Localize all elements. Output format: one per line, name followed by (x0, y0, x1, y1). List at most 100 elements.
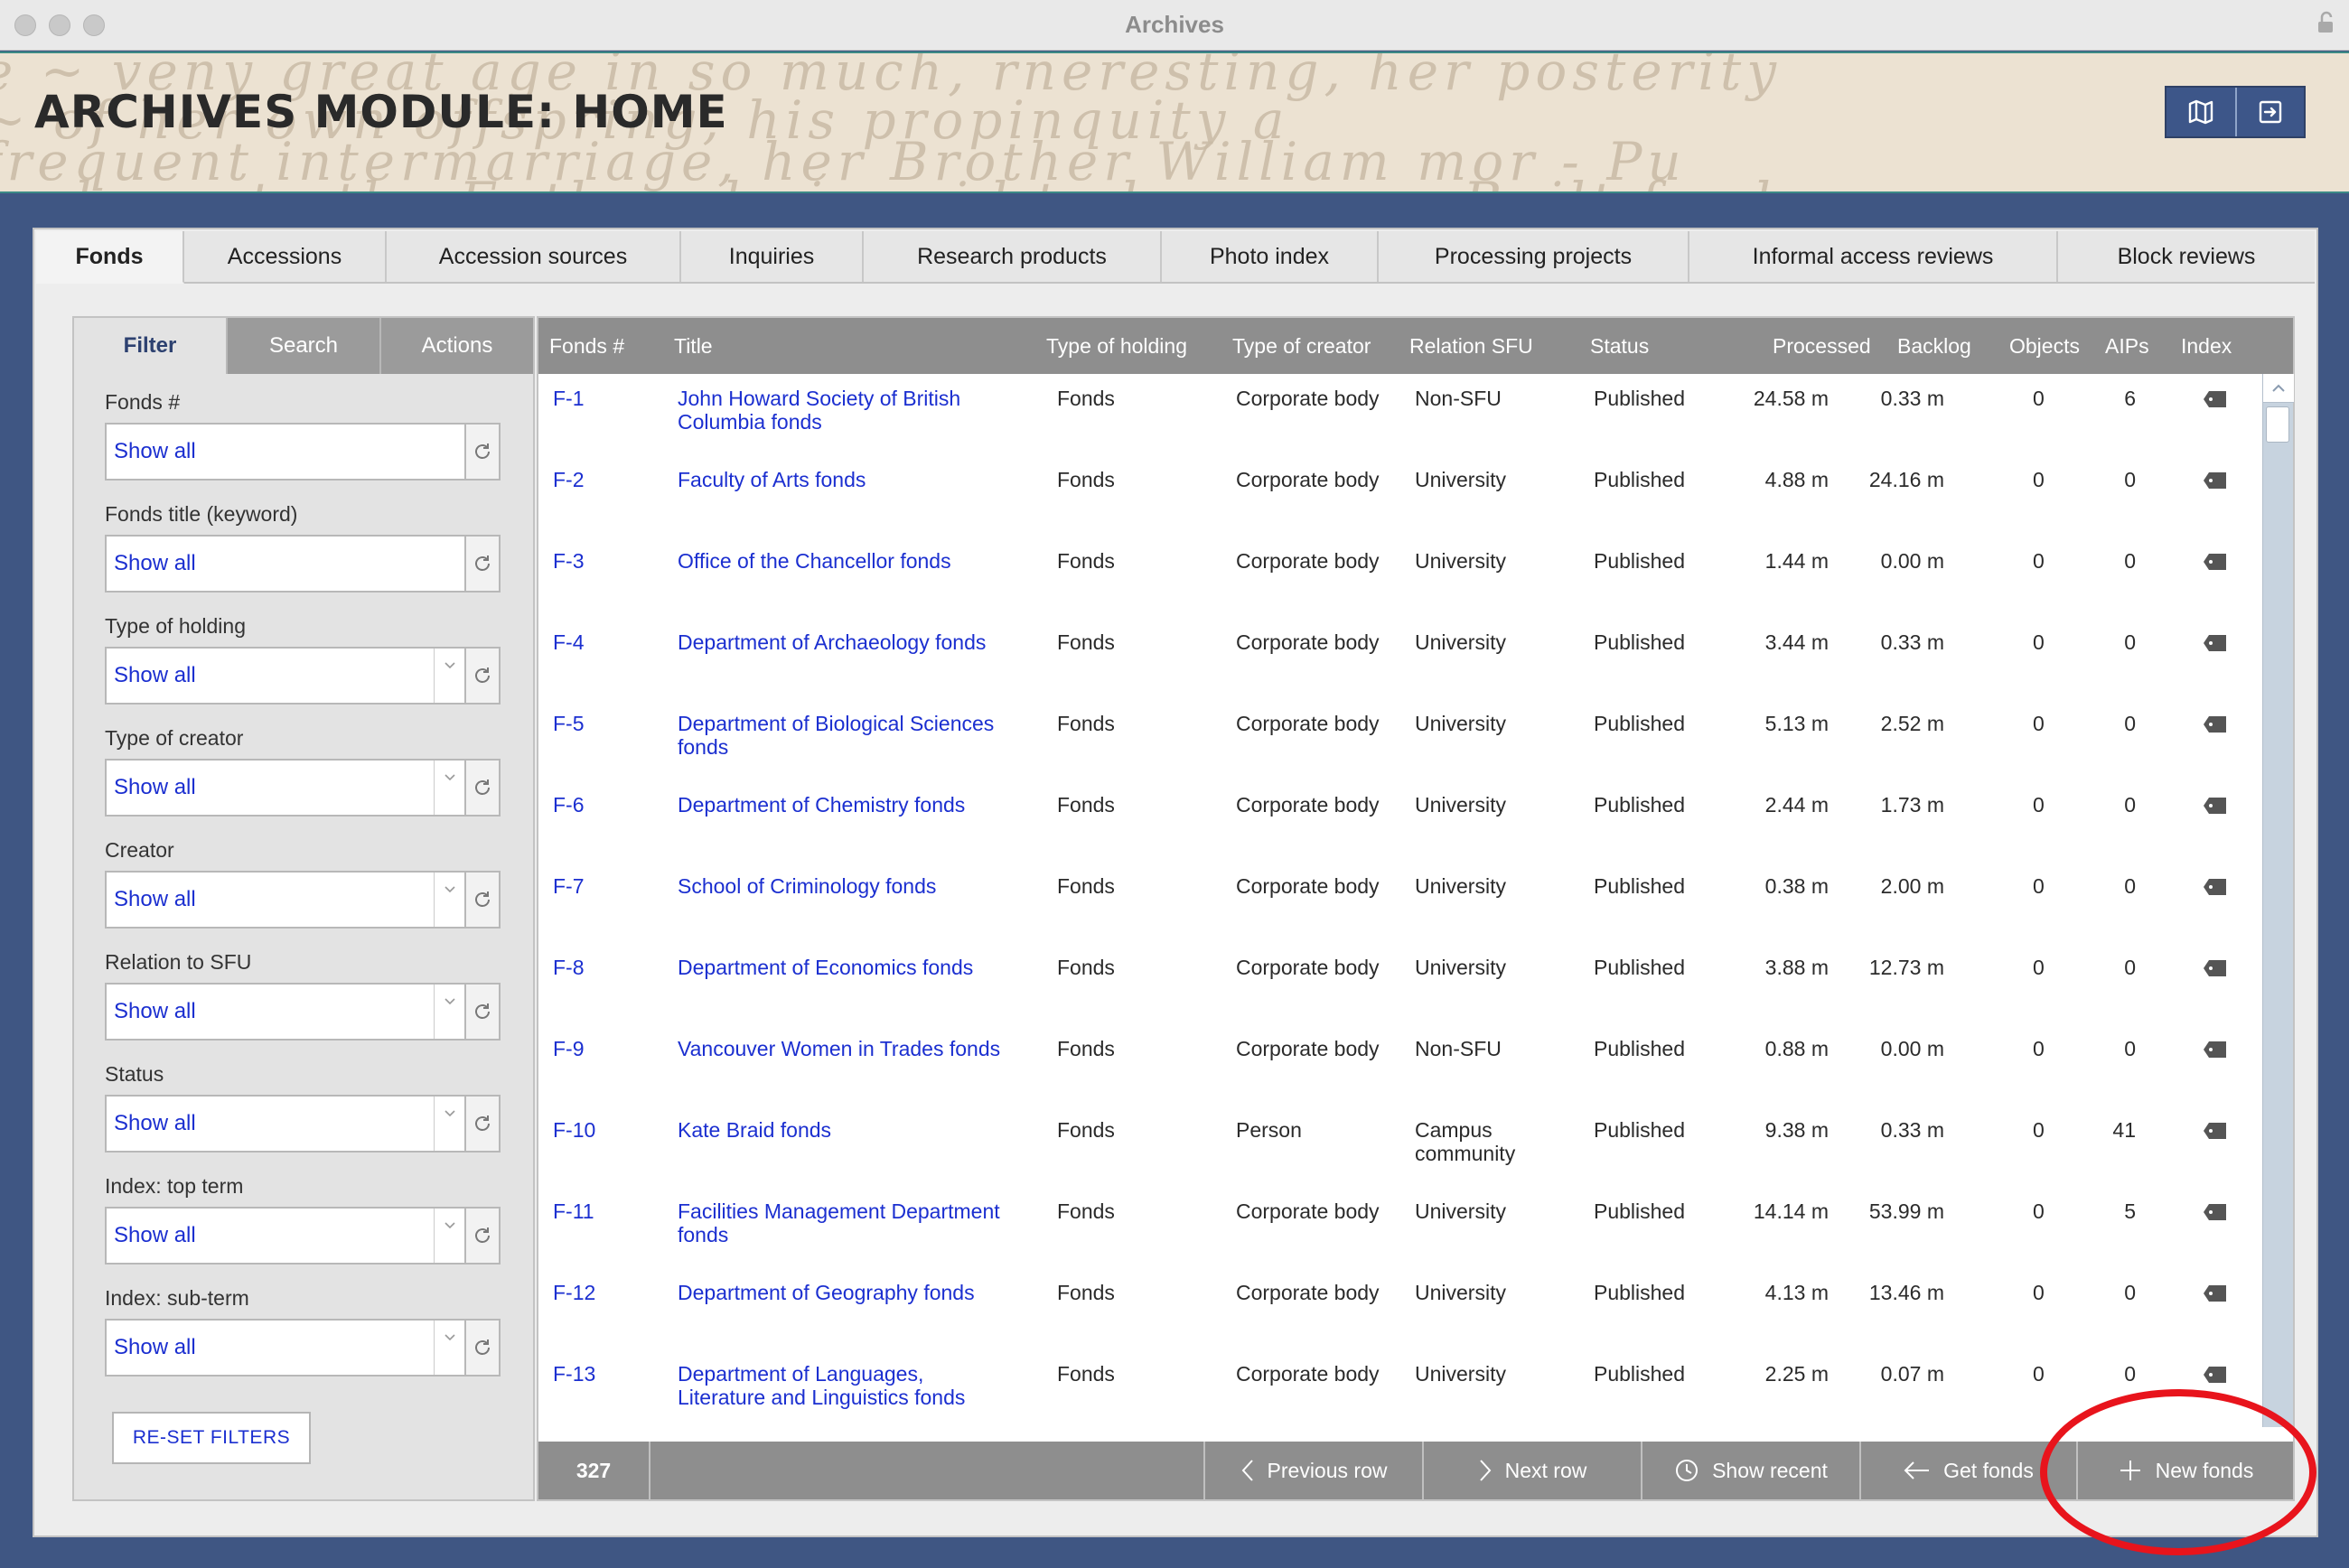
tab-block-reviews[interactable]: Block reviews (2058, 231, 2315, 282)
filter-field[interactable]: Show all (105, 535, 501, 593)
filter-value[interactable]: Show all (107, 537, 464, 591)
dropdown-toggle[interactable] (434, 985, 464, 1039)
previous-row-button[interactable]: Previous row (1205, 1442, 1424, 1499)
refresh-button[interactable] (464, 1209, 499, 1263)
dropdown-toggle[interactable] (434, 873, 464, 927)
table-row[interactable]: F-3 Office of the Chancellor fonds Fonds Co… (538, 537, 2255, 618)
table-row[interactable]: F-10 Kate Braid fonds Fonds Person Campus com… (538, 1106, 2255, 1187)
tag-icon[interactable] (2203, 1366, 2228, 1384)
fonds-title-link[interactable]: Department of Chemistry fonds (678, 793, 965, 817)
table-row[interactable]: F-2 Faculty of Arts fonds Fonds Corporate b… (538, 455, 2255, 537)
tab-inquiries[interactable]: Inquiries (681, 231, 864, 282)
table-row[interactable]: F-5 Department of Biological Sciences fond… (538, 699, 2255, 780)
title-line[interactable]: Department of Biological Sciences (678, 712, 994, 735)
col-processed[interactable]: Processed (1773, 318, 1871, 374)
tab-filter[interactable]: Filter (74, 318, 226, 374)
filter-field[interactable]: Show all (105, 1319, 501, 1377)
filter-field[interactable]: Show all (105, 423, 501, 481)
scroll-up-button[interactable] (2263, 374, 2294, 403)
fonds-number-link[interactable]: F-12 (553, 1281, 595, 1304)
table-row[interactable]: F-8 Department of Economics fonds Fonds Cor… (538, 943, 2255, 1024)
tag-icon[interactable] (2203, 471, 2228, 490)
tab-accession-sources[interactable]: Accession sources (387, 231, 681, 282)
fonds-title-link[interactable]: Department of Biological Sciences fonds (678, 712, 994, 759)
tag-icon[interactable] (2203, 1041, 2228, 1059)
title-line[interactable]: Facilities Management Department (678, 1199, 1000, 1223)
fonds-title-link[interactable]: Department of Economics fonds (678, 956, 973, 979)
scroll-thumb[interactable] (2266, 406, 2289, 443)
col-type-creator[interactable]: Type of creator (1232, 318, 1371, 374)
tab-accessions[interactable]: Accessions (184, 231, 387, 282)
fonds-title-link[interactable]: School of Criminology fonds (678, 874, 936, 898)
tag-icon[interactable] (2203, 878, 2228, 896)
fonds-number-link[interactable]: F-7 (553, 874, 585, 898)
dropdown-toggle[interactable] (434, 761, 464, 815)
title-line[interactable]: Department of Geography fonds (678, 1281, 975, 1304)
tag-icon[interactable] (2203, 553, 2228, 571)
title-line[interactable]: Vancouver Women in Trades fonds (678, 1037, 1000, 1060)
fonds-number-link[interactable]: F-6 (553, 793, 585, 817)
tab-fonds[interactable]: Fonds (36, 231, 184, 284)
tab-research-products[interactable]: Research products (864, 231, 1162, 282)
fonds-title-link[interactable]: Kate Braid fonds (678, 1118, 831, 1142)
tab-photo-index[interactable]: Photo index (1162, 231, 1379, 282)
table-row[interactable]: F-13 Department of Languages, Literature a… (538, 1349, 2255, 1427)
title-line[interactable]: Literature and Linguistics fonds (678, 1386, 965, 1409)
title-line[interactable]: Department of Chemistry fonds (678, 793, 965, 817)
title-line[interactable]: Kate Braid fonds (678, 1118, 831, 1142)
fonds-number-link[interactable]: F-10 (553, 1118, 595, 1142)
fonds-number-link[interactable]: F-9 (553, 1037, 585, 1060)
title-line[interactable]: John Howard Society of British (678, 387, 960, 410)
col-type-holding[interactable]: Type of holding (1046, 318, 1187, 374)
table-row[interactable]: F-6 Department of Chemistry fonds Fonds Cor… (538, 780, 2255, 862)
fonds-number-link[interactable]: F-1 (553, 387, 585, 410)
table-row[interactable]: F-12 Department of Geography fonds Fonds Co… (538, 1268, 2255, 1349)
fonds-title-link[interactable]: Vancouver Women in Trades fonds (678, 1037, 1000, 1060)
title-line[interactable]: Department of Archaeology fonds (678, 630, 986, 654)
get-fonds-button[interactable]: Get fonds (1861, 1442, 2078, 1499)
tag-icon[interactable] (2203, 959, 2228, 977)
tag-icon[interactable] (2203, 1122, 2228, 1140)
filter-value[interactable]: Show all (107, 649, 434, 703)
tag-icon[interactable] (2203, 715, 2228, 733)
tab-processing-projects[interactable]: Processing projects (1379, 231, 1689, 282)
fonds-title-link[interactable]: Department of Languages, Literature and L… (678, 1362, 965, 1409)
fonds-number-link[interactable]: F-2 (553, 468, 585, 491)
table-row[interactable]: F-1 John Howard Society of British Columbi… (538, 374, 2255, 455)
filter-value[interactable]: Show all (107, 873, 434, 927)
dropdown-toggle[interactable] (434, 1321, 464, 1375)
fonds-title-link[interactable]: John Howard Society of British Columbia f… (678, 387, 960, 434)
dropdown-toggle[interactable] (434, 1209, 464, 1263)
filter-field[interactable]: Show all (105, 1095, 501, 1153)
refresh-button[interactable] (464, 761, 499, 815)
tag-icon[interactable] (2203, 390, 2228, 408)
next-row-button[interactable]: Next row (1424, 1442, 1642, 1499)
col-aips[interactable]: AIPs (2105, 318, 2149, 374)
refresh-button[interactable] (464, 985, 499, 1039)
title-line[interactable]: Department of Economics fonds (678, 956, 973, 979)
dropdown-toggle[interactable] (434, 1097, 464, 1151)
filter-value[interactable]: Show all (107, 1321, 434, 1375)
col-objects[interactable]: Objects (2009, 318, 2080, 374)
title-line[interactable]: School of Criminology fonds (678, 874, 936, 898)
tab-informal-access-reviews[interactable]: Informal access reviews (1689, 231, 2058, 282)
filter-field[interactable]: Show all (105, 1207, 501, 1265)
col-title[interactable]: Title (674, 318, 713, 374)
vertical-scrollbar[interactable] (2262, 374, 2294, 1427)
fonds-number-link[interactable]: F-5 (553, 712, 585, 735)
dropdown-toggle[interactable] (434, 649, 464, 703)
table-row[interactable]: F-11 Facilities Management Department fond… (538, 1187, 2255, 1268)
new-fonds-button[interactable]: New fonds (2078, 1442, 2293, 1499)
tag-icon[interactable] (2203, 797, 2228, 815)
tag-icon[interactable] (2203, 1284, 2228, 1302)
refresh-button[interactable] (464, 873, 499, 927)
filter-value[interactable]: Show all (107, 985, 434, 1039)
fonds-number-link[interactable]: F-13 (553, 1362, 595, 1386)
filter-field[interactable]: Show all (105, 871, 501, 929)
title-line[interactable]: fonds (678, 1223, 1000, 1246)
map-button[interactable] (2167, 88, 2235, 136)
fonds-title-link[interactable]: Faculty of Arts fonds (678, 468, 866, 491)
fonds-title-link[interactable]: Department of Geography fonds (678, 1281, 975, 1304)
title-line[interactable]: fonds (678, 735, 994, 759)
table-row[interactable]: F-9 Vancouver Women in Trades fonds Fonds C… (538, 1024, 2255, 1106)
